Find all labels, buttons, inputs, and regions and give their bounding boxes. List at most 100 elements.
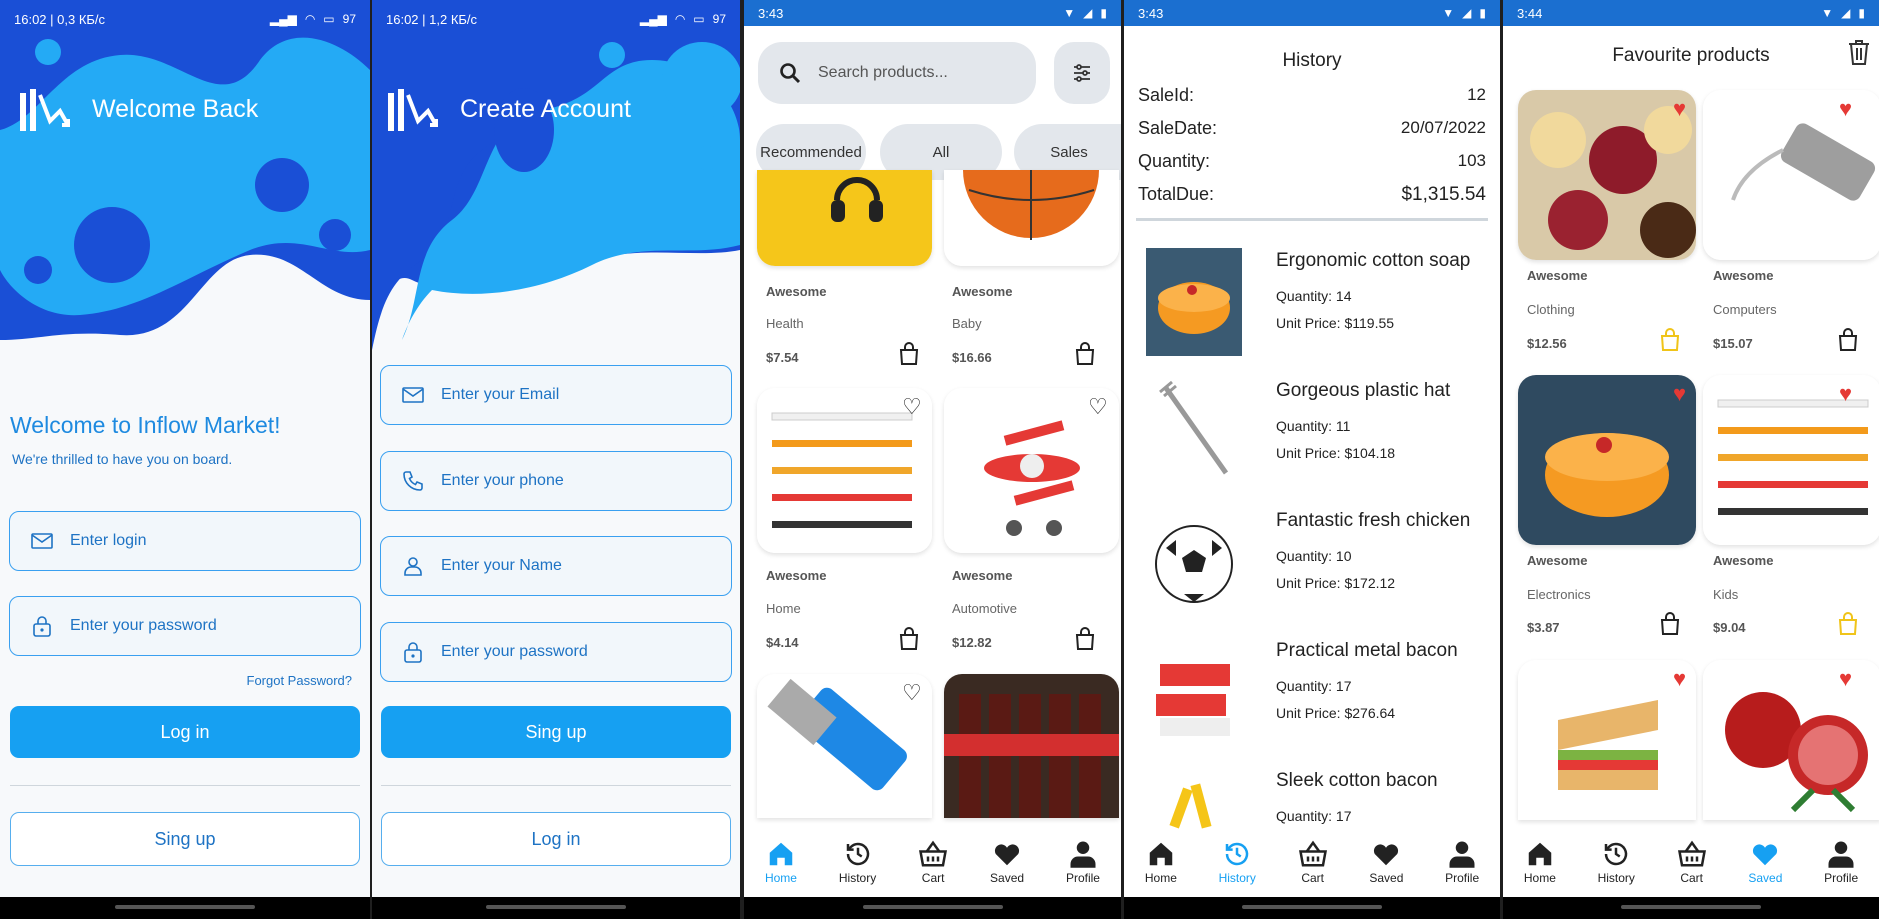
product-card[interactable] — [1703, 90, 1879, 260]
product-card[interactable] — [1703, 375, 1879, 545]
favourite-heart-icon[interactable]: ♥ — [1673, 381, 1686, 407]
login-button[interactable]: Log in — [381, 812, 731, 866]
add-to-cart-icon[interactable] — [1074, 342, 1096, 366]
phone-input[interactable]: Enter your phone — [380, 451, 732, 511]
page-title: Create Account — [460, 94, 631, 123]
add-to-cart-icon[interactable] — [898, 627, 920, 651]
add-to-cart-icon[interactable] — [1837, 328, 1859, 352]
trash-icon[interactable] — [1847, 38, 1871, 66]
nav-home-label: Home — [1523, 871, 1556, 885]
history-item[interactable]: Ergonomic cotton soap Quantity: 14 Unit … — [1138, 240, 1498, 360]
add-to-cart-icon[interactable] — [1659, 612, 1681, 636]
product-card[interactable] — [1518, 375, 1696, 545]
signal-icon: ◢ — [1462, 6, 1472, 20]
in-cart-icon[interactable] — [1837, 612, 1859, 636]
product-price: $12.82 — [952, 635, 992, 650]
nav-history[interactable]: History — [1219, 835, 1256, 885]
add-to-cart-icon[interactable] — [1074, 627, 1096, 651]
header-wave-background — [372, 0, 740, 370]
status-bar: 16:02 | 0,3 КБ/с ▂▄▆ ◠ ▭ 97 — [0, 0, 370, 38]
login-placeholder: Enter login — [70, 532, 147, 549]
home-icon — [1149, 842, 1173, 866]
product-card[interactable] — [944, 674, 1119, 818]
nav-home-label: Home — [1144, 871, 1177, 885]
nav-profile[interactable]: Profile — [1066, 835, 1100, 885]
nav-history-label: History — [1218, 871, 1256, 885]
gesture-bar — [1124, 897, 1500, 919]
product-image-usb-hub — [1703, 90, 1879, 260]
product-image-cake — [1518, 375, 1696, 545]
nav-saved[interactable]: Saved — [990, 835, 1024, 885]
mail-icon — [31, 533, 53, 549]
battery-icon: ▮ — [1100, 6, 1107, 20]
name-input[interactable]: Enter your Name — [380, 536, 732, 596]
item-unit-price: Unit Price: $276.64 — [1276, 705, 1396, 721]
nav-saved[interactable]: Saved — [1748, 835, 1782, 885]
favourite-heart-icon[interactable]: ♥ — [1673, 96, 1686, 122]
signup-button[interactable]: Sing up — [10, 812, 360, 866]
nav-cart[interactable]: Cart — [918, 835, 948, 885]
favourite-heart-icon[interactable]: ♡ — [1088, 394, 1108, 420]
favourite-heart-icon[interactable]: ♥ — [1839, 666, 1852, 692]
login-button[interactable]: Log in — [10, 706, 360, 758]
total-value: $1,315.54 — [1401, 184, 1486, 205]
forgot-password-link[interactable]: Forgot Password? — [247, 673, 353, 688]
name-placeholder: Enter your Name — [441, 557, 562, 574]
product-card[interactable] — [1518, 90, 1696, 260]
nav-profile[interactable]: Profile — [1824, 835, 1858, 885]
item-name: Ergonomic cotton soap — [1276, 250, 1471, 271]
password-input[interactable]: Enter your password — [380, 622, 732, 682]
gesture-bar — [744, 897, 1121, 919]
nav-history[interactable]: History — [1598, 835, 1635, 885]
nav-home[interactable]: Home — [1524, 835, 1556, 885]
phone-icon — [403, 471, 423, 491]
quantity-value: 103 — [1457, 151, 1486, 170]
login-input[interactable]: Enter login — [9, 511, 361, 571]
basket-icon — [1298, 840, 1327, 867]
nav-saved[interactable]: Saved — [1369, 835, 1403, 885]
favourite-heart-icon[interactable]: ♡ — [902, 394, 922, 420]
nav-history[interactable]: History — [839, 835, 876, 885]
nav-home-label: Home — [764, 871, 797, 885]
status-bar: 16:02 | 1,2 КБ/с ▂▄▆ ◠ ▭ 97 — [372, 0, 740, 38]
product-card[interactable] — [1703, 660, 1879, 820]
signup-button[interactable]: Sing up — [381, 706, 731, 758]
product-category: Electronics — [1527, 587, 1591, 602]
favourite-heart-icon[interactable]: ♥ — [1673, 666, 1686, 692]
product-card[interactable] — [1518, 660, 1696, 820]
email-input[interactable]: Enter your Email — [380, 365, 732, 425]
page-title: History — [1282, 50, 1342, 71]
filter-button[interactable] — [1054, 42, 1110, 104]
nav-cart-label: Cart — [921, 871, 945, 885]
search-icon — [780, 63, 801, 84]
divider — [10, 785, 360, 786]
product-card[interactable] — [944, 170, 1119, 266]
favourite-heart-icon[interactable]: ♡ — [902, 680, 922, 706]
brand-header: Create Account — [386, 85, 631, 133]
nav-cart[interactable]: Cart — [1298, 835, 1328, 885]
search-input[interactable]: Search products... — [758, 42, 1036, 104]
wifi-icon: ▼ — [1821, 6, 1834, 20]
product-card[interactable] — [757, 170, 932, 266]
history-item[interactable]: Fantastic fresh chicken Quantity: 10 Uni… — [1138, 500, 1498, 620]
sale-date-row: SaleDate: 20/07/2022 — [1124, 118, 1500, 139]
add-to-cart-icon[interactable] — [898, 342, 920, 366]
history-item[interactable]: Gorgeous plastic hat Quantity: 11 Unit P… — [1138, 370, 1498, 490]
nav-home[interactable]: Home — [765, 835, 797, 885]
status-bar: 3:43 ▼ ◢ ▮ — [1124, 0, 1500, 26]
nav-profile[interactable]: Profile — [1445, 835, 1479, 885]
phone-placeholder: Enter your phone — [441, 472, 564, 489]
nav-home[interactable]: Home — [1145, 835, 1177, 885]
history-item[interactable]: Practical metal bacon Quantity: 17 Unit … — [1138, 630, 1498, 750]
in-cart-icon[interactable] — [1659, 328, 1681, 352]
history-item[interactable]: Sleek cotton bacon Quantity: 17 — [1138, 760, 1498, 830]
password-input[interactable]: Enter your password — [9, 596, 361, 656]
battery-icon: ▮ — [1479, 6, 1486, 20]
product-price: $12.56 — [1527, 336, 1567, 351]
nav-cart[interactable]: Cart — [1677, 835, 1707, 885]
favourite-heart-icon[interactable]: ♥ — [1839, 381, 1852, 407]
battery-icon: ▮ — [1858, 6, 1865, 20]
favourite-heart-icon[interactable]: ♥ — [1839, 96, 1852, 122]
bottom-navigation: Home History Cart Saved Profile — [1124, 835, 1500, 897]
item-unit-price: Unit Price: $104.18 — [1276, 445, 1396, 461]
